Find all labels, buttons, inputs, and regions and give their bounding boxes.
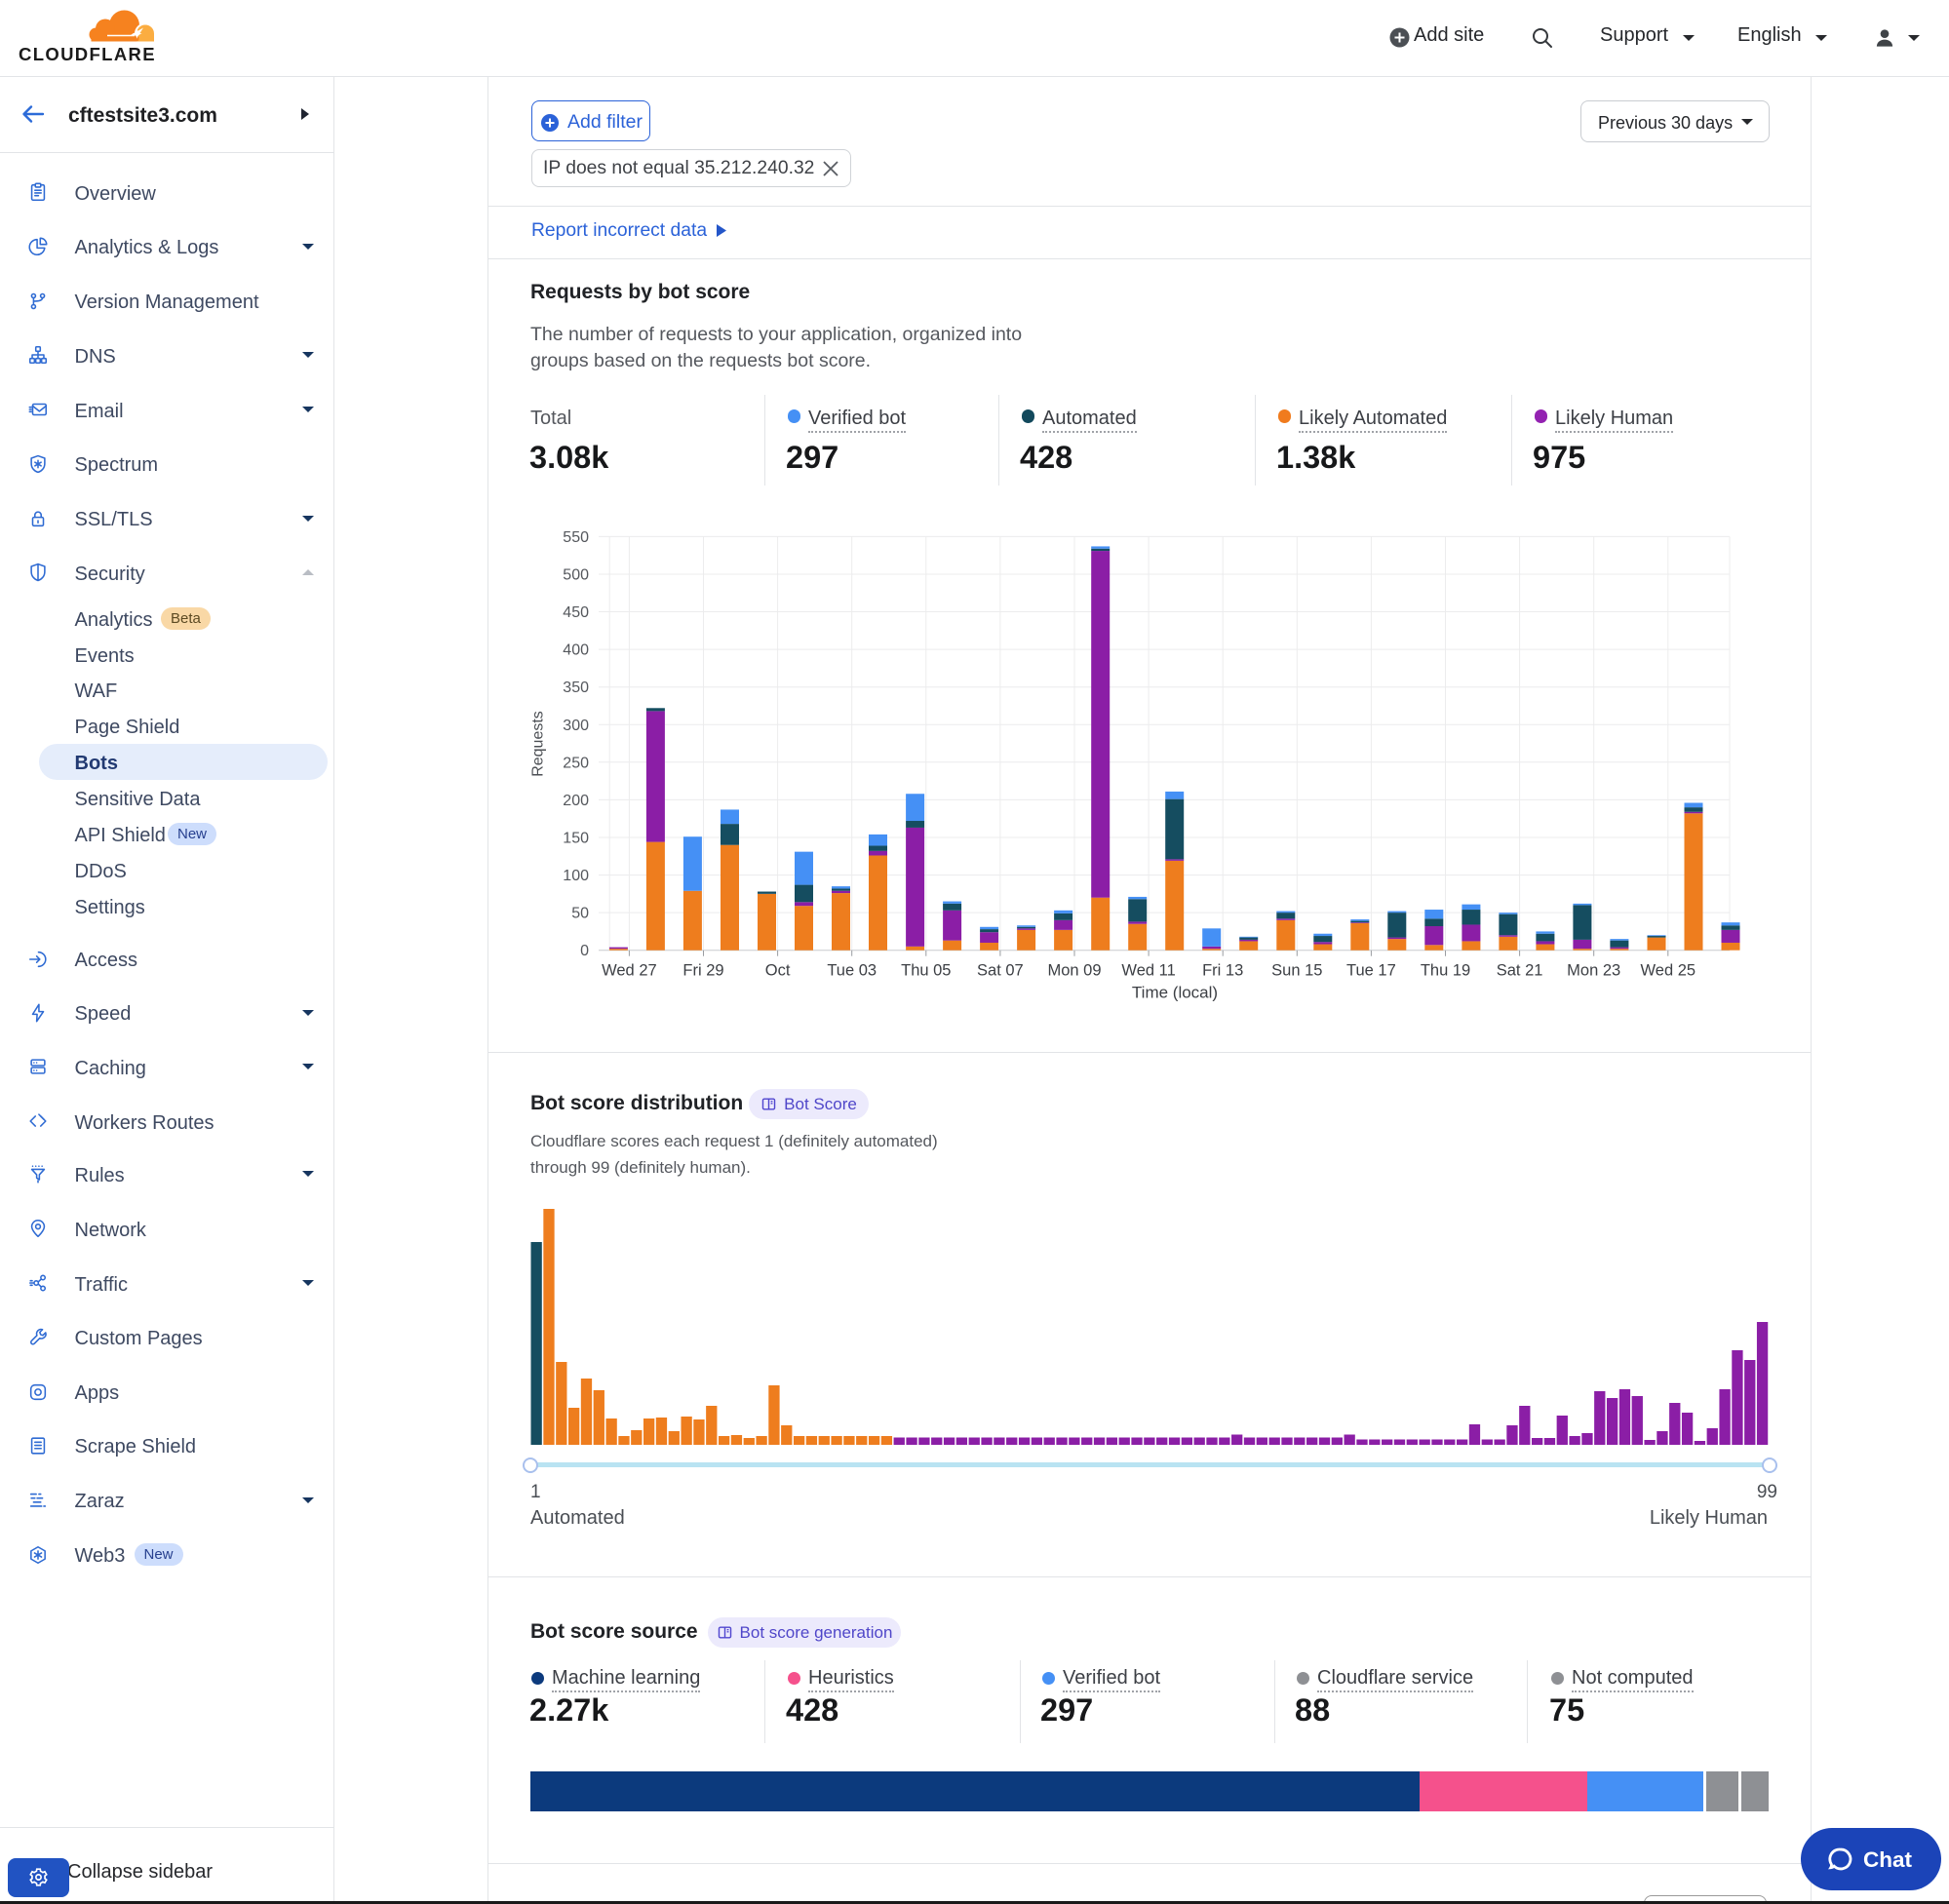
svg-text:200: 200 [563,793,589,809]
svg-text:Fri 13: Fri 13 [1202,962,1243,980]
svg-text:Wed 11: Wed 11 [1121,962,1175,980]
svg-text:300: 300 [563,718,589,734]
svg-text:100: 100 [563,868,589,884]
svg-text:Oct: Oct [765,962,791,980]
svg-text:Fri 29: Fri 29 [682,962,723,980]
svg-text:550: 550 [563,529,589,546]
svg-text:150: 150 [563,831,589,847]
svg-text:Sat 21: Sat 21 [1497,962,1543,980]
svg-text:0: 0 [580,943,589,959]
svg-text:250: 250 [563,755,589,771]
svg-text:Thu 05: Thu 05 [901,962,951,980]
svg-text:Sat 07: Sat 07 [977,962,1024,980]
svg-text:Wed 25: Wed 25 [1641,962,1696,980]
svg-text:450: 450 [563,604,589,621]
svg-text:Requests: Requests [530,711,547,777]
svg-text:Mon 09: Mon 09 [1047,962,1101,980]
svg-text:Tue 03: Tue 03 [827,962,877,980]
svg-text:50: 50 [571,906,589,922]
svg-text:Tue 17: Tue 17 [1346,962,1396,980]
svg-text:Sun 15: Sun 15 [1271,962,1322,980]
svg-text:Time (local): Time (local) [1132,984,1218,1002]
svg-text:400: 400 [563,642,589,659]
svg-text:Wed 27: Wed 27 [602,962,657,980]
svg-text:Mon 23: Mon 23 [1567,962,1620,980]
svg-text:500: 500 [563,567,589,584]
svg-text:Thu 19: Thu 19 [1421,962,1470,980]
svg-text:350: 350 [563,680,589,696]
